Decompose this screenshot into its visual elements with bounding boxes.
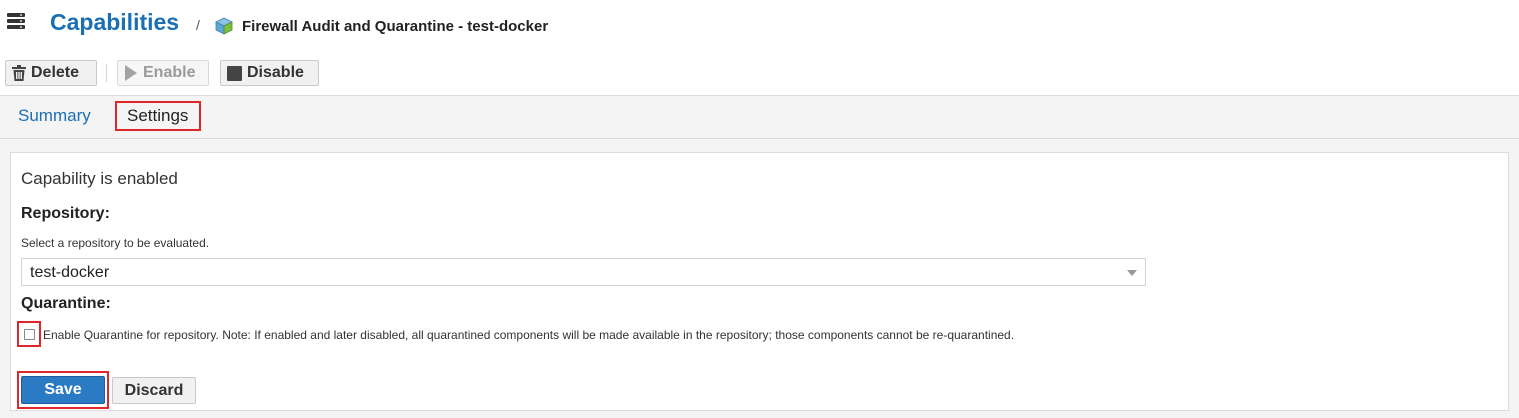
- tab-settings[interactable]: Settings: [115, 101, 202, 131]
- delete-button[interactable]: Delete: [5, 60, 97, 86]
- save-button-highlight: Save: [17, 371, 109, 409]
- quarantine-label: Quarantine:: [21, 295, 111, 312]
- capability-status: Capability is enabled: [21, 169, 178, 188]
- enable-button-label: Enable: [143, 64, 196, 81]
- disable-button[interactable]: Disable: [220, 60, 319, 86]
- repository-select-value: test-docker: [30, 264, 110, 281]
- quarantine-checkbox-label[interactable]: Enable Quarantine for repository. Note: …: [43, 328, 1014, 342]
- quarantine-checkbox-highlight: [17, 321, 41, 347]
- top-header: Capabilities / Firewall Audit and Quaran…: [0, 0, 1519, 96]
- play-icon: [125, 65, 137, 81]
- chevron-down-icon: [1127, 270, 1137, 276]
- trash-icon: [12, 65, 26, 81]
- save-button[interactable]: Save: [21, 376, 105, 404]
- repository-select[interactable]: test-docker: [21, 258, 1146, 286]
- disable-button-label: Disable: [247, 64, 304, 81]
- toolbar-divider: [106, 64, 107, 82]
- breadcrumb-separator: /: [196, 17, 200, 33]
- menu-icon[interactable]: [7, 12, 25, 30]
- repository-help-text: Select a repository to be evaluated.: [21, 236, 210, 250]
- delete-button-label: Delete: [31, 64, 80, 81]
- breadcrumb-current: Firewall Audit and Quarantine - test-doc…: [242, 18, 549, 35]
- tab-summary[interactable]: Summary: [18, 106, 91, 126]
- discard-button[interactable]: Discard: [112, 377, 196, 404]
- stop-icon: [227, 65, 242, 81]
- repository-label: Repository:: [21, 205, 110, 222]
- cube-icon: [215, 17, 233, 35]
- enable-button[interactable]: Enable: [117, 60, 209, 86]
- quarantine-checkbox[interactable]: [24, 329, 35, 340]
- tab-bar: Summary Settings: [0, 96, 1519, 139]
- settings-panel: Capability is enabled Repository: Select…: [10, 152, 1509, 411]
- page-title: Capabilities: [50, 9, 180, 35]
